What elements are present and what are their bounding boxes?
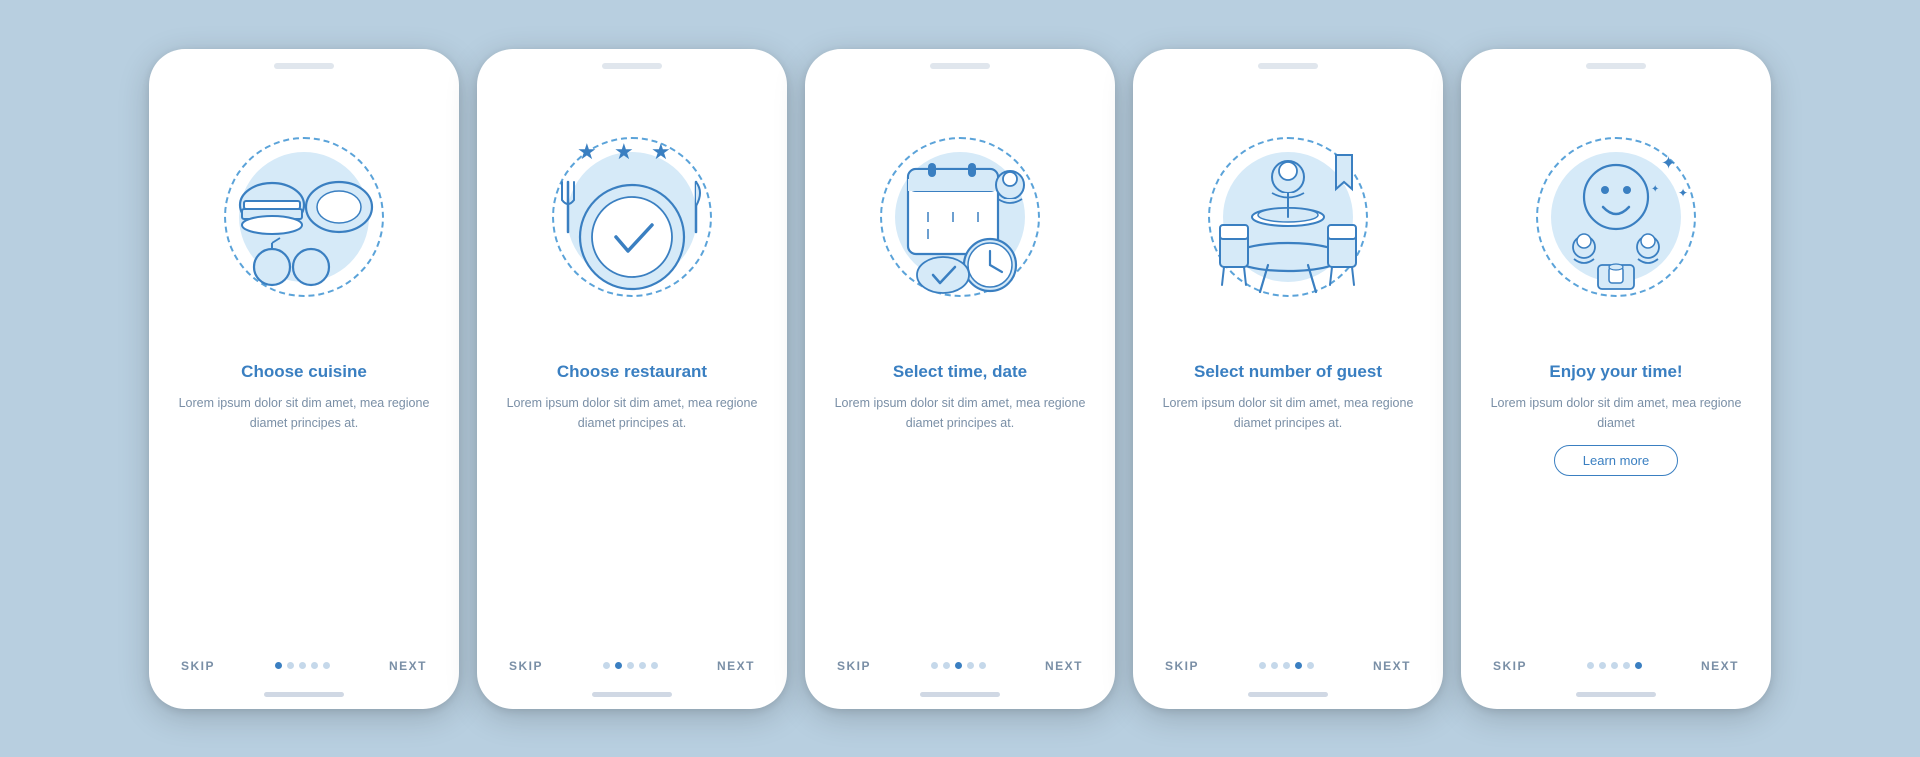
dot-2-2 <box>627 662 634 669</box>
phone-screen-1: Choose cuisine Lorem ipsum dolor sit dim… <box>149 49 459 709</box>
dots-5 <box>1587 662 1642 669</box>
dot-3-3 <box>967 662 974 669</box>
phone-screen-2: ★ ★ ★ <box>477 49 787 709</box>
screen-5-desc: Lorem ipsum dolor sit dim amet, mea regi… <box>1485 393 1747 433</box>
dot-4-0 <box>1259 662 1266 669</box>
illustration-area-3 <box>850 87 1070 347</box>
dot-4-2 <box>1283 662 1290 669</box>
dots-3 <box>931 662 986 669</box>
next-button-1[interactable]: NEXT <box>389 659 427 673</box>
skip-button-1[interactable]: SKIP <box>181 659 215 673</box>
skip-button-2[interactable]: SKIP <box>509 659 543 673</box>
dots-1 <box>275 662 330 669</box>
screen-5-title: Enjoy your time! <box>1549 361 1682 383</box>
screen-2-desc: Lorem ipsum dolor sit dim amet, mea regi… <box>501 393 763 433</box>
dot-3-1 <box>943 662 950 669</box>
learn-more-container: Learn more <box>1554 443 1678 484</box>
dot-4-3 <box>1295 662 1302 669</box>
screen-3-title: Select time, date <box>893 361 1027 383</box>
svg-text:✦: ✦ <box>1678 186 1688 200</box>
illustration-area-1 <box>194 87 414 347</box>
dot-2-4 <box>651 662 658 669</box>
dot-2-3 <box>639 662 646 669</box>
guest-icon <box>1188 117 1388 317</box>
enjoy-icon: ✦ ✦ ✦ <box>1516 117 1716 317</box>
food-icon <box>204 117 404 317</box>
dot-1-0 <box>275 662 282 669</box>
dots-2 <box>603 662 658 669</box>
screen-1-title: Choose cuisine <box>241 361 367 383</box>
illustration-area-4 <box>1178 87 1398 347</box>
phone-screen-5: ✦ ✦ ✦ <box>1461 49 1771 709</box>
dot-3-4 <box>979 662 986 669</box>
svg-text:★: ★ <box>651 139 671 164</box>
screen-2-nav: SKIP NEXT <box>501 659 763 691</box>
dot-3-2 <box>955 662 962 669</box>
next-button-2[interactable]: NEXT <box>717 659 755 673</box>
skip-button-5[interactable]: SKIP <box>1493 659 1527 673</box>
dot-5-3 <box>1623 662 1630 669</box>
dot-1-3 <box>311 662 318 669</box>
restaurant-icon: ★ ★ ★ <box>532 117 732 317</box>
dots-4 <box>1259 662 1314 669</box>
screen-4-title: Select number of guest <box>1194 361 1382 383</box>
screen-4-nav: SKIP NEXT <box>1157 659 1419 691</box>
svg-text:★: ★ <box>614 139 634 164</box>
illustration-area-2: ★ ★ ★ <box>522 87 742 347</box>
svg-text:✦: ✦ <box>1661 153 1676 173</box>
skip-button-3[interactable]: SKIP <box>837 659 871 673</box>
svg-text:★: ★ <box>577 139 597 164</box>
screens-container: Choose cuisine Lorem ipsum dolor sit dim… <box>149 49 1771 709</box>
dot-4-1 <box>1271 662 1278 669</box>
dot-1-1 <box>287 662 294 669</box>
dot-4-4 <box>1307 662 1314 669</box>
screen-2-title: Choose restaurant <box>557 361 707 383</box>
dot-3-0 <box>931 662 938 669</box>
dot-5-1 <box>1599 662 1606 669</box>
screen-1-desc: Lorem ipsum dolor sit dim amet, mea regi… <box>173 393 435 433</box>
dot-1-4 <box>323 662 330 669</box>
dot-2-1 <box>615 662 622 669</box>
dot-2-0 <box>603 662 610 669</box>
screen-1-nav: SKIP NEXT <box>173 659 435 691</box>
dot-1-2 <box>299 662 306 669</box>
dot-5-4 <box>1635 662 1642 669</box>
screen-3-nav: SKIP NEXT <box>829 659 1091 691</box>
screen-3-desc: Lorem ipsum dolor sit dim amet, mea regi… <box>829 393 1091 433</box>
screen-4-desc: Lorem ipsum dolor sit dim amet, mea regi… <box>1157 393 1419 433</box>
next-button-4[interactable]: NEXT <box>1373 659 1411 673</box>
learn-more-button[interactable]: Learn more <box>1554 445 1678 476</box>
skip-button-4[interactable]: SKIP <box>1165 659 1199 673</box>
dot-5-2 <box>1611 662 1618 669</box>
next-button-5[interactable]: NEXT <box>1701 659 1739 673</box>
svg-text:✦: ✦ <box>1651 184 1659 195</box>
screen-5-nav: SKIP NEXT <box>1485 659 1747 691</box>
dot-5-0 <box>1587 662 1594 669</box>
illustration-area-5: ✦ ✦ ✦ <box>1506 87 1726 347</box>
phone-screen-4: Select number of guest Lorem ipsum dolor… <box>1133 49 1443 709</box>
calendar-icon <box>860 117 1060 317</box>
next-button-3[interactable]: NEXT <box>1045 659 1083 673</box>
phone-screen-3: Select time, date Lorem ipsum dolor sit … <box>805 49 1115 709</box>
